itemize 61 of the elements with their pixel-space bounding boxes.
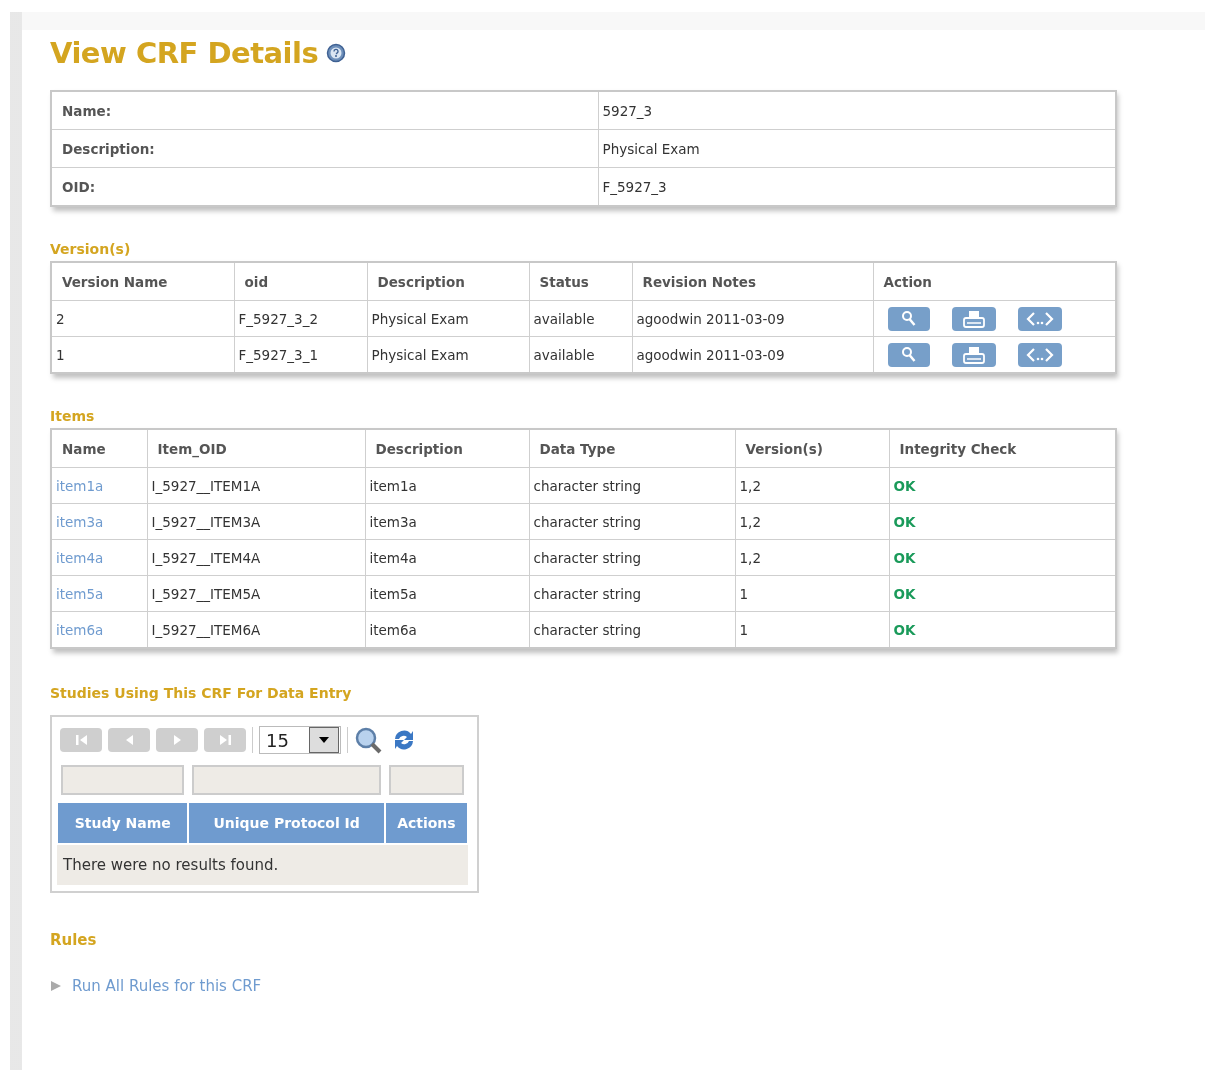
column-header: Data Type: [529, 429, 735, 468]
table-cell: character string: [529, 503, 735, 540]
table-cell: Physical Exam: [367, 300, 529, 337]
table-cell: agoodwin 2011-03-09: [632, 300, 873, 337]
left-arrow-icon: [75, 734, 87, 745]
table-cell: I_5927__ITEM5A: [147, 575, 365, 612]
left-arrow-icon: [125, 734, 133, 745]
field-label: Name:: [51, 91, 598, 130]
column-header: Description: [367, 262, 529, 301]
column-header: Actions: [384, 802, 468, 844]
section-heading: Version(s): [50, 241, 132, 257]
table-cell: I_5927__ITEM3A: [147, 503, 365, 540]
caret-icon: [318, 736, 330, 744]
search-icon[interactable]: [354, 726, 384, 754]
column-header: Unique Protocol Id: [188, 802, 385, 844]
filter-field[interactable]: [61, 765, 185, 795]
magnifier-icon[interactable]: [887, 342, 930, 367]
column-header: Status: [529, 262, 632, 301]
table-cell: item4a: [365, 539, 529, 576]
column-header: Version Name: [51, 262, 234, 301]
column-header: Version(s): [735, 429, 889, 468]
right-arrow-icon: [173, 734, 181, 745]
column-header: Revision Notes: [632, 262, 873, 301]
field-label: Description:: [51, 129, 598, 168]
help-icon[interactable]: [326, 43, 347, 63]
table-cell: item5a: [365, 575, 529, 612]
table-cell: item3a: [365, 503, 529, 540]
column-header: Item_OID: [147, 429, 365, 468]
table-cell: character string: [529, 467, 735, 504]
column-header: Name: [51, 429, 147, 468]
right-arrow-icon: [219, 734, 231, 745]
column-header: Description: [365, 429, 529, 468]
table-cell: item1a: [365, 467, 529, 504]
section-heading: Studies Using This CRF For Data Entry: [50, 685, 353, 701]
run-rules-link[interactable]: Run All Rules for this CRF: [72, 977, 262, 995]
table-cell: 2: [51, 300, 234, 337]
table-cell: available: [529, 300, 632, 337]
table-cell: F_5927_3_2: [234, 300, 367, 337]
page-title: View CRF Details: [50, 36, 319, 70]
table-cell: I_5927__ITEM1A: [147, 467, 365, 504]
magnifier-icon[interactable]: [887, 306, 930, 331]
table-cell: 1,2: [735, 467, 889, 504]
section-heading: Items: [50, 408, 96, 424]
code-icon[interactable]: [1017, 342, 1062, 367]
filter-field[interactable]: [192, 765, 381, 795]
page-size-select[interactable]: 15: [259, 726, 341, 754]
printer-icon[interactable]: [951, 306, 996, 331]
code-icon[interactable]: [1017, 306, 1062, 331]
column-header: oid: [234, 262, 367, 301]
empty-message: There were no results found.: [57, 844, 468, 885]
printer-icon[interactable]: [951, 342, 996, 367]
filter-field[interactable]: [388, 765, 464, 795]
table-cell: I_5927__ITEM4A: [147, 539, 365, 576]
table-cell: 1: [735, 575, 889, 612]
column-header: Study Name: [57, 802, 189, 844]
triangle-icon: [50, 980, 62, 992]
table-cell: character string: [529, 539, 735, 576]
section-heading: Rules: [50, 931, 98, 949]
table-cell: 1,2: [735, 503, 889, 540]
table-cell: character string: [529, 575, 735, 612]
table-cell: 1,2: [735, 539, 889, 576]
